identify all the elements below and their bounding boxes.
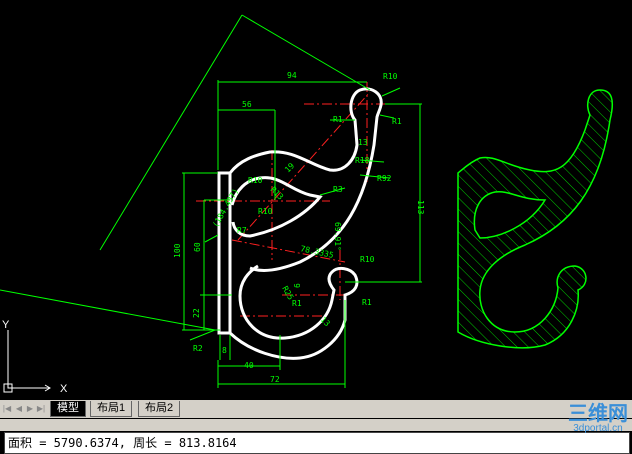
tab-layout2[interactable]: 布局2 [138,401,181,417]
ucs-icon: Y X [2,319,68,395]
dim-r1-a: R1 [333,115,343,124]
dim-r1-c: R1 [292,299,302,308]
dim-56: 56 [242,100,252,109]
hatched-region [457,89,613,349]
splitter[interactable] [0,419,632,431]
tab-layout1[interactable]: 布局1 [90,401,133,417]
dim-100: 100 [173,243,182,258]
dim-r10-right: R10 [360,255,375,264]
dim-19: 19 [283,161,296,174]
dim-r13: R13 [269,185,286,202]
dim-40: 40 [244,361,254,370]
dim-angle: 69.91° [333,222,342,251]
watermark: 三维网 3dportal.cn [568,404,628,434]
dim-13b: 13 [319,315,332,328]
dim-94: 94 [287,71,297,80]
dim-chord: 78.3335 [300,244,335,260]
hook-outline [217,87,383,360]
dim-6: 6 [293,283,302,288]
dim-22: 22 [192,308,201,318]
drawing-canvas[interactable]: 94 56 R10 R1 R1 13 R18 R92 R3 R10 R13 R1… [0,0,632,400]
ucs-y-label: Y [2,319,10,331]
prev-tab-icon[interactable]: ◀ [14,403,24,415]
tab-model[interactable]: 模型 [50,401,86,417]
dim-113: 113 [416,200,425,215]
dim-r10-mid: R10 [248,176,263,185]
dim-60: 60 [193,242,202,252]
dim-r10-low: R10 [258,207,273,216]
layout-tabs-bar: |◀ ◀ ▶ ▶| 模型 布局1 布局2 [0,400,632,419]
dim-r7: R7 [237,226,247,235]
ucs-x-label: X [60,383,68,395]
next-tab-icon[interactable]: ▶ [25,403,35,415]
command-line[interactable]: 面积 = 5790.6374, 周长 = 813.8164 [4,432,630,454]
dim-72: 72 [270,375,280,384]
dim-r3: R3 [333,185,343,194]
dim-r1-d: R1 [362,298,372,307]
first-tab-icon[interactable]: |◀ [2,403,12,415]
dim-r92: R92 [377,174,392,183]
dim-13a: 13 [358,138,368,147]
dim-r1-b: R1 [392,117,402,126]
watermark-title: 三维网 [568,403,628,425]
dim-8: 8 [222,346,227,355]
watermark-url: 3dportal.cn [573,423,623,434]
dim-aligned: (184.437) [211,187,240,229]
dim-r10-top: R10 [383,72,398,81]
dim-r18: R18 [355,156,370,165]
cad-window: 94 56 R10 R1 R1 13 R18 R92 R3 R10 R13 R1… [0,0,632,454]
last-tab-icon[interactable]: ▶| [36,403,46,415]
dimension-labels: 94 56 R10 R1 R1 13 R18 R92 R3 R10 R13 R1… [173,71,425,384]
dim-r2: R2 [193,344,203,353]
